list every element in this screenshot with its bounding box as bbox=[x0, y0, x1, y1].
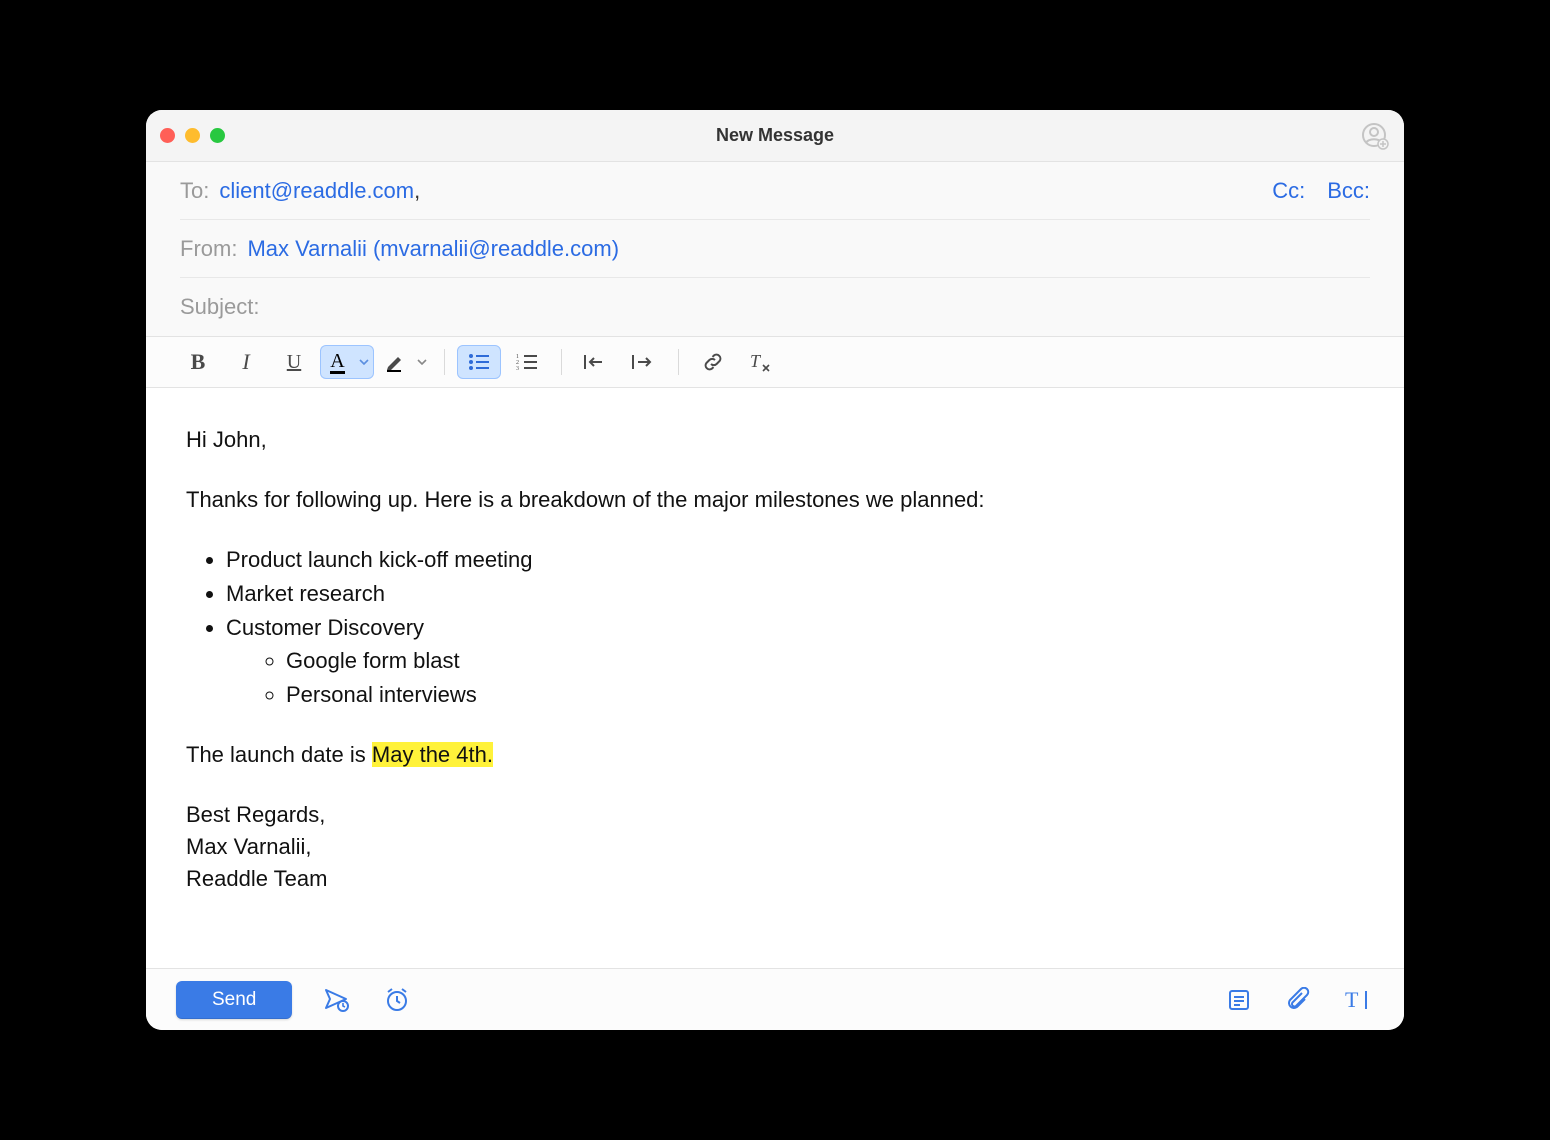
compose-footer: Send bbox=[146, 968, 1404, 1030]
subject-row[interactable]: Subject: bbox=[180, 278, 1370, 336]
highlighter-icon bbox=[384, 351, 406, 373]
titlebar: New Message bbox=[146, 110, 1404, 162]
compose-window: New Message To: client@readdle.com, Cc: … bbox=[146, 110, 1404, 1030]
message-body[interactable]: Hi John, Thanks for following up. Here i… bbox=[146, 388, 1404, 968]
list-item: Customer Discovery Google form blast Per… bbox=[226, 612, 1364, 712]
close-window-button[interactable] bbox=[160, 128, 175, 143]
signature-line: Readdle Team bbox=[186, 863, 1364, 895]
paperclip-icon bbox=[1287, 987, 1311, 1013]
send-button[interactable]: Send bbox=[176, 981, 292, 1019]
bullet-list-button[interactable] bbox=[457, 345, 501, 379]
separator bbox=[444, 349, 445, 375]
body-intro: Thanks for following up. Here is a break… bbox=[186, 484, 1364, 516]
separator bbox=[678, 349, 679, 375]
body-sub-bullets: Google form blast Personal interviews bbox=[226, 645, 1364, 711]
bold-button[interactable]: B bbox=[176, 345, 220, 379]
to-row[interactable]: To: client@readdle.com, Cc: Bcc: bbox=[180, 162, 1370, 220]
person-add-icon bbox=[1361, 122, 1389, 150]
template-button[interactable] bbox=[1224, 985, 1254, 1015]
header-fields: To: client@readdle.com, Cc: Bcc: From: M… bbox=[146, 162, 1404, 336]
outdent-icon bbox=[584, 354, 608, 370]
list-item: Market research bbox=[226, 578, 1364, 610]
font-color-button[interactable]: A bbox=[320, 345, 354, 379]
maximize-window-button[interactable] bbox=[210, 128, 225, 143]
cc-button[interactable]: Cc: bbox=[1272, 178, 1305, 204]
clear-format-icon: T bbox=[750, 352, 772, 372]
italic-button[interactable]: I bbox=[224, 345, 268, 379]
chevron-down-icon bbox=[359, 359, 369, 365]
template-icon bbox=[1227, 988, 1251, 1012]
separator bbox=[561, 349, 562, 375]
body-greeting: Hi John, bbox=[186, 424, 1364, 456]
body-launch-line: The launch date is May the 4th. bbox=[186, 739, 1364, 771]
toggle-format-button[interactable]: T bbox=[1344, 985, 1374, 1015]
list-item: Personal interviews bbox=[286, 679, 1364, 711]
numbered-list-icon: 1 2 3 bbox=[516, 353, 538, 371]
format-toolbar: B I U A bbox=[146, 336, 1404, 388]
from-value[interactable]: Max Varnalii (mvarnalii@readdle.com) bbox=[247, 236, 619, 262]
text-cursor-icon: T bbox=[1345, 989, 1373, 1011]
minimize-window-button[interactable] bbox=[185, 128, 200, 143]
font-color-dropdown[interactable] bbox=[354, 345, 374, 379]
signature-line: Max Varnalii, bbox=[186, 831, 1364, 863]
list-item-label: Customer Discovery bbox=[226, 615, 424, 640]
bullet-list-icon bbox=[468, 353, 490, 371]
send-later-button[interactable] bbox=[322, 985, 352, 1015]
svg-text:T: T bbox=[750, 352, 762, 371]
bcc-button[interactable]: Bcc: bbox=[1327, 178, 1370, 204]
send-later-icon bbox=[324, 988, 350, 1012]
font-color-letter-icon: A bbox=[330, 351, 344, 374]
reminder-button[interactable] bbox=[382, 985, 412, 1015]
alarm-clock-icon bbox=[384, 987, 410, 1013]
outdent-button[interactable] bbox=[574, 345, 618, 379]
clear-format-button[interactable]: T bbox=[739, 345, 783, 379]
highlight-button[interactable] bbox=[378, 345, 412, 379]
highlight-dropdown[interactable] bbox=[412, 345, 432, 379]
attach-button[interactable] bbox=[1284, 985, 1314, 1015]
from-label: From: bbox=[180, 236, 237, 262]
window-title: New Message bbox=[146, 125, 1404, 146]
list-item: Google form blast bbox=[286, 645, 1364, 677]
to-label: To: bbox=[180, 178, 209, 204]
subject-label: Subject: bbox=[180, 294, 260, 320]
indent-icon bbox=[632, 354, 656, 370]
link-icon bbox=[702, 351, 724, 373]
font-color-control: A bbox=[320, 345, 374, 379]
highlight-color-control bbox=[378, 345, 432, 379]
indent-button[interactable] bbox=[622, 345, 666, 379]
launch-date-highlight: May the 4th. bbox=[372, 742, 493, 767]
svg-text:T: T bbox=[1345, 989, 1359, 1011]
body-bullets: Product launch kick-off meeting Market r… bbox=[196, 544, 1364, 711]
numbered-list-button[interactable]: 1 2 3 bbox=[505, 345, 549, 379]
chevron-down-icon bbox=[417, 359, 427, 365]
to-value[interactable]: client@readdle.com, bbox=[219, 178, 420, 204]
link-button[interactable] bbox=[691, 345, 735, 379]
from-row[interactable]: From: Max Varnalii (mvarnalii@readdle.co… bbox=[180, 220, 1370, 278]
signature-line: Best Regards, bbox=[186, 799, 1364, 831]
add-contact-button[interactable] bbox=[1360, 121, 1390, 151]
underline-button[interactable]: U bbox=[272, 345, 316, 379]
svg-text:3: 3 bbox=[516, 366, 519, 371]
window-controls bbox=[160, 128, 225, 143]
launch-prefix: The launch date is bbox=[186, 742, 372, 767]
list-item: Product launch kick-off meeting bbox=[226, 544, 1364, 576]
